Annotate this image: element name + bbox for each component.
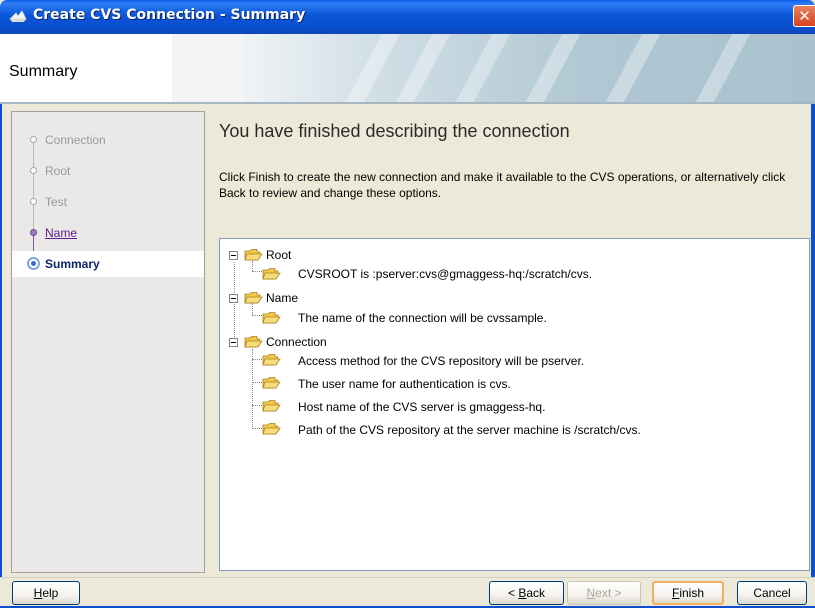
tree-group-root[interactable]: Root	[220, 245, 809, 265]
tree-group-name[interactable]: Name	[220, 288, 809, 308]
footer-divider	[0, 577, 815, 578]
header-decoration	[172, 34, 244, 102]
step-test[interactable]: Test	[12, 189, 204, 215]
header-divider	[0, 102, 815, 104]
window-border-right	[811, 104, 815, 577]
wizard-steps-sidebar: Connection Root Test Name Summary	[11, 111, 205, 573]
tree-item-label: The user name for authentication is cvs.	[298, 377, 511, 391]
step-current-icon	[27, 257, 40, 270]
step-dot-icon	[30, 167, 37, 174]
folder-open-icon	[262, 400, 281, 412]
collapse-icon[interactable]	[229, 338, 238, 347]
tree-item[interactable]: Access method for the CVS repository wil…	[220, 354, 809, 374]
window-border-left	[0, 104, 2, 577]
tree-item-label: Access method for the CVS repository wil…	[298, 354, 585, 368]
folder-open-icon	[262, 354, 281, 366]
title-bar: Create CVS Connection - Summary ✕	[0, 0, 815, 34]
close-icon: ✕	[798, 7, 811, 25]
summary-tree[interactable]: Root CVSROOT is :pserver:cvs@gmaggess-hq…	[219, 238, 810, 571]
folder-open-icon	[262, 377, 281, 389]
folder-open-icon	[262, 312, 281, 324]
tree-item-label: The name of the connection will be cvssa…	[298, 311, 547, 325]
tree-item-label: Path of the CVS repository at the server…	[298, 423, 641, 437]
step-label: Root	[45, 164, 71, 178]
step-label: Test	[45, 195, 68, 209]
page-title: Summary	[9, 63, 78, 80]
next-button[interactable]: Next >	[567, 581, 641, 605]
step-label: Connection	[45, 133, 106, 147]
step-label-link[interactable]: Name	[45, 226, 77, 240]
step-connection[interactable]: Connection	[12, 127, 204, 153]
tree-item[interactable]: Path of the CVS repository at the server…	[220, 423, 809, 443]
tree-group-label: Name	[266, 291, 299, 305]
collapse-icon[interactable]	[229, 251, 238, 260]
folder-open-icon	[262, 423, 281, 435]
help-button[interactable]: Help	[12, 581, 80, 605]
wizard-header: Summary	[0, 34, 815, 102]
tree-group-label: Connection	[266, 335, 327, 349]
step-dot-icon	[30, 198, 37, 205]
summary-heading: You have finished describing the connect…	[219, 121, 570, 141]
step-dot-icon	[30, 136, 37, 143]
back-button[interactable]: < Back	[489, 581, 564, 605]
tree-item[interactable]: Host name of the CVS server is gmaggess-…	[220, 400, 809, 420]
tree-item-label: CVSROOT is :pserver:cvs@gmaggess-hq:/scr…	[298, 267, 593, 281]
folder-open-icon	[244, 292, 263, 304]
tree-group-label: Root	[266, 248, 292, 262]
step-label: Summary	[45, 257, 100, 271]
tree-item[interactable]: CVSROOT is :pserver:cvs@gmaggess-hq:/scr…	[220, 266, 809, 286]
tree-item[interactable]: The name of the connection will be cvssa…	[220, 310, 809, 330]
cancel-button[interactable]: Cancel	[737, 581, 807, 605]
window-title: Create CVS Connection - Summary	[33, 7, 306, 23]
tree-item-label: Host name of the CVS server is gmaggess-…	[298, 400, 546, 414]
step-summary[interactable]: Summary	[12, 251, 204, 277]
step-dot-icon	[30, 229, 37, 236]
folder-open-icon	[244, 336, 263, 348]
tree-item[interactable]: The user name for authentication is cvs.	[220, 377, 809, 397]
folder-open-icon	[244, 249, 263, 261]
collapse-icon[interactable]	[229, 294, 238, 303]
finish-button[interactable]: Finish	[652, 581, 724, 605]
step-root[interactable]: Root	[12, 158, 204, 184]
step-name[interactable]: Name	[12, 220, 204, 246]
close-button[interactable]: ✕	[793, 5, 815, 27]
tree-group-connection[interactable]: Connection	[220, 332, 809, 352]
summary-description: Click Finish to create the new connectio…	[219, 170, 786, 200]
folder-open-icon	[262, 268, 281, 280]
header-graphic	[244, 34, 815, 102]
cvs-connection-icon	[9, 10, 27, 22]
